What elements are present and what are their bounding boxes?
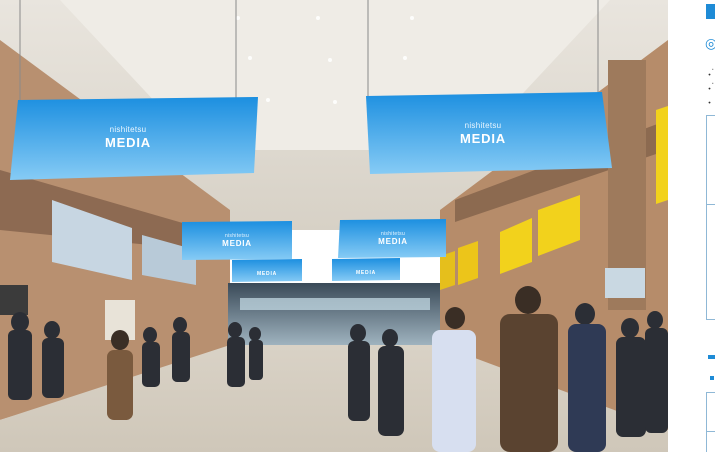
side-accent-tick [710, 376, 714, 380]
side-info-panel: ◎ ・่ ・่ ・ぇ [668, 0, 715, 452]
right-shop-window [605, 268, 645, 298]
banner-5: MEDIA [232, 259, 302, 282]
banner-brand: nishitetsu [465, 121, 502, 130]
banner-media: MEDIA [222, 239, 252, 248]
station-concourse-photo: nishitetsu MEDIA nishitetsu MEDIA nishit… [0, 0, 668, 452]
banner-media: MEDIA [378, 237, 408, 246]
banner-1: nishitetsu MEDIA [10, 97, 258, 180]
side-bullet-3: ・ぇ [705, 98, 715, 108]
far-gallery-light [240, 298, 430, 310]
banner-4: nishitetsu MEDIA [338, 219, 446, 258]
banner-media: MEDIA [257, 271, 277, 277]
banner-media: MEDIA [460, 131, 506, 146]
banner-media: MEDIA [105, 135, 151, 150]
side-table-frame-2 [706, 392, 715, 452]
side-table-divider [707, 204, 715, 205]
banner-6: MEDIA [332, 258, 400, 281]
side-accent-bar [706, 4, 715, 19]
side-circle-icon: ◎ [705, 35, 715, 51]
side-accent-dash [708, 355, 715, 359]
side-table-frame [706, 115, 715, 320]
side-bullet-1: ・่ [705, 70, 715, 80]
side-table-divider-2 [707, 431, 715, 432]
side-bullet-2: ・่ [705, 84, 715, 94]
banner-media: MEDIA [356, 270, 376, 276]
banner-brand: nishitetsu [110, 125, 147, 134]
banner-2: nishitetsu MEDIA [366, 92, 612, 174]
banner-3: nishitetsu MEDIA [182, 221, 292, 260]
